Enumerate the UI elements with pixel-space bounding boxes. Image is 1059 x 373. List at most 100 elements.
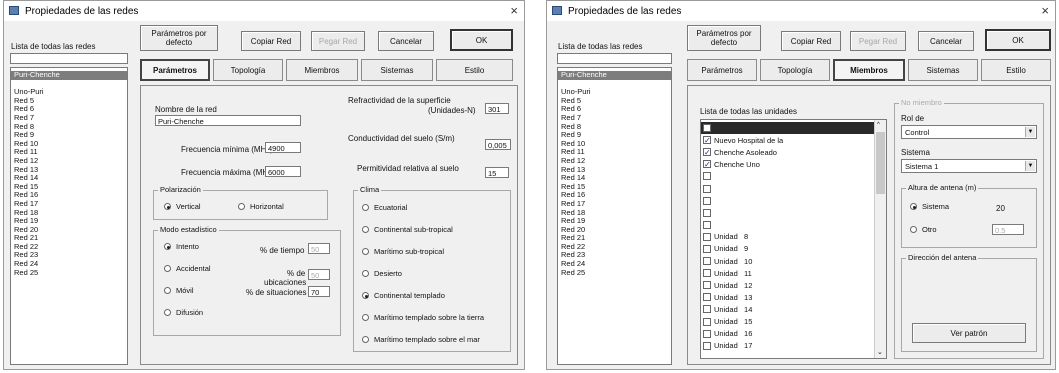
unit-list-item[interactable]: Unidad 14 bbox=[701, 303, 886, 315]
unit-list-item[interactable]: Unidad 8 bbox=[701, 231, 886, 243]
checkbox-empty-icon[interactable] bbox=[703, 232, 711, 241]
fmax-field[interactable]: 6000 bbox=[265, 166, 301, 177]
climate-radio[interactable]: Ecuatorial bbox=[362, 203, 407, 212]
pol-vertical-radio[interactable]: Vertical bbox=[164, 202, 201, 211]
units-list[interactable]: ✓ Nuevo Hospital de la ✓ Chenche Asoleado ✓ C… bbox=[700, 119, 887, 359]
antenna-system-radio[interactable]: Sistema bbox=[910, 202, 949, 211]
unit-list-item[interactable]: Unidad 12 bbox=[701, 279, 886, 291]
units-scrollbar[interactable]: ^ ⌄ bbox=[874, 120, 886, 358]
network-list-item[interactable]: Puri-Chenche bbox=[558, 70, 671, 80]
default-params-button[interactable]: Parámetros por defecto bbox=[140, 25, 218, 51]
cancel-button[interactable]: Cancelar bbox=[378, 31, 434, 51]
networks-list[interactable]: Puri-Chenche Uno-Puri Red 5 Red 6 Red 7 Red 8… bbox=[10, 67, 128, 365]
tab-estilo[interactable]: Estilo bbox=[436, 59, 513, 81]
unit-list-item[interactable]: Unidad 17 bbox=[701, 340, 886, 352]
checkbox-empty-icon[interactable] bbox=[703, 293, 711, 302]
unit-list-item[interactable]: ✓ Nuevo Hospital de la bbox=[701, 134, 886, 146]
unit-list-item[interactable] bbox=[701, 195, 886, 207]
climate-radio[interactable]: Marítimo sub-tropical bbox=[362, 247, 444, 256]
network-list-item[interactable]: Red 25 bbox=[11, 268, 127, 278]
mode-movil-radio[interactable]: Móvil bbox=[164, 286, 194, 295]
networks-filter-field[interactable] bbox=[10, 53, 128, 64]
close-icon[interactable]: × bbox=[1041, 3, 1049, 18]
unit-list-item[interactable]: Unidad 11 bbox=[701, 267, 886, 279]
tab-parametros[interactable]: Parámetros bbox=[687, 59, 757, 81]
climate-radio[interactable]: Desierto bbox=[362, 269, 402, 278]
scroll-up-icon[interactable]: ^ bbox=[877, 122, 880, 128]
copy-network-button[interactable]: Copiar Red bbox=[781, 31, 841, 51]
refractivity-field[interactable]: 301 bbox=[485, 103, 509, 114]
checkbox-empty-icon[interactable] bbox=[703, 184, 711, 193]
checkbox-checked-icon[interactable]: ✓ bbox=[703, 136, 711, 145]
ok-button[interactable]: OK bbox=[985, 29, 1051, 51]
checkbox-empty-icon[interactable] bbox=[703, 269, 711, 278]
checkbox-empty-icon[interactable] bbox=[703, 124, 711, 133]
unit-list-item[interactable] bbox=[701, 207, 886, 219]
checkbox-empty-icon[interactable] bbox=[703, 305, 711, 314]
unit-list-item[interactable]: Unidad 16 bbox=[701, 328, 886, 340]
unit-list-item[interactable] bbox=[701, 122, 886, 135]
unit-list-item[interactable]: ✓ Chenche Uno bbox=[701, 158, 886, 170]
networks-filter-field[interactable] bbox=[557, 53, 672, 64]
scroll-thumb[interactable] bbox=[876, 132, 885, 194]
scroll-down-icon[interactable]: ⌄ bbox=[877, 348, 883, 356]
role-select[interactable]: Control ▼ bbox=[901, 125, 1037, 139]
default-params-button[interactable]: Parámetros por defecto bbox=[687, 25, 761, 51]
tab-miembros[interactable]: Miembros bbox=[286, 59, 358, 81]
unit-list-item[interactable] bbox=[701, 182, 886, 194]
cancel-button[interactable]: Cancelar bbox=[918, 31, 974, 51]
tab-miembros[interactable]: Miembros bbox=[833, 59, 905, 81]
close-icon[interactable]: × bbox=[510, 3, 518, 18]
locations-field[interactable]: 50 bbox=[308, 269, 330, 280]
networks-list[interactable]: Puri-Chenche Uno-Puri Red 5 Red 6 Red 7 Red 8… bbox=[557, 67, 672, 365]
checkbox-checked-icon[interactable]: ✓ bbox=[703, 160, 711, 169]
climate-radio[interactable]: Marítimo templado sobre la tierra bbox=[362, 313, 484, 322]
checkbox-empty-icon[interactable] bbox=[703, 220, 711, 229]
climate-radio[interactable]: Marítimo templado sobre el mar bbox=[362, 335, 480, 344]
tab-parametros[interactable]: Parámetros bbox=[140, 59, 210, 81]
checkbox-empty-icon[interactable] bbox=[703, 341, 711, 350]
copy-network-button[interactable]: Copiar Red bbox=[241, 31, 301, 51]
unit-list-item[interactable]: ✓ Chenche Asoleado bbox=[701, 146, 886, 158]
checkbox-empty-icon[interactable] bbox=[703, 329, 711, 338]
conductivity-field[interactable]: 0,005 bbox=[485, 139, 511, 150]
paste-network-button[interactable]: Pegar Red bbox=[311, 31, 365, 51]
checkbox-empty-icon[interactable] bbox=[703, 172, 711, 181]
climate-radio[interactable]: Continental templado bbox=[362, 291, 445, 300]
mode-intento-radio[interactable]: Intento bbox=[164, 242, 199, 251]
unit-list-item[interactable] bbox=[701, 170, 886, 182]
situations-field[interactable]: 70 bbox=[308, 286, 330, 297]
network-list-item[interactable]: Red 25 bbox=[558, 268, 671, 278]
tab-sistemas[interactable]: Sistemas bbox=[361, 59, 433, 81]
view-pattern-button[interactable]: Ver patrón bbox=[912, 323, 1026, 343]
fmin-field[interactable]: 4900 bbox=[265, 142, 301, 153]
network-list-item[interactable]: Puri-Chenche bbox=[11, 70, 127, 80]
ok-button[interactable]: OK bbox=[450, 29, 513, 51]
system-select[interactable]: Sistema 1 ▼ bbox=[901, 159, 1037, 173]
checkbox-empty-icon[interactable] bbox=[703, 281, 711, 290]
checkbox-empty-icon[interactable] bbox=[703, 317, 711, 326]
antenna-other-radio[interactable]: Otro bbox=[910, 225, 937, 234]
pol-horizontal-radio[interactable]: Horizontal bbox=[238, 202, 284, 211]
unit-list-item[interactable]: Unidad 15 bbox=[701, 316, 886, 328]
antenna-other-field[interactable]: 0.5 bbox=[992, 224, 1024, 235]
tab-topologia[interactable]: Topología bbox=[760, 59, 830, 81]
unit-list-item[interactable]: Unidad 13 bbox=[701, 291, 886, 303]
net-name-field[interactable]: Puri-Chenche bbox=[155, 115, 301, 126]
mode-difusion-radio[interactable]: Difusión bbox=[164, 308, 203, 317]
checkbox-empty-icon[interactable] bbox=[703, 208, 711, 217]
paste-network-button[interactable]: Pegar Red bbox=[850, 31, 906, 51]
time-field[interactable]: 50 bbox=[308, 243, 330, 254]
unit-list-item[interactable] bbox=[701, 219, 886, 231]
checkbox-empty-icon[interactable] bbox=[703, 244, 711, 253]
unit-list-item[interactable]: Unidad 9 bbox=[701, 243, 886, 255]
tab-sistemas[interactable]: Sistemas bbox=[908, 59, 978, 81]
checkbox-empty-icon[interactable] bbox=[703, 257, 711, 266]
checkbox-empty-icon[interactable] bbox=[703, 196, 711, 205]
checkbox-checked-icon[interactable]: ✓ bbox=[703, 148, 711, 157]
tab-estilo[interactable]: Estilo bbox=[981, 59, 1051, 81]
unit-list-item[interactable]: Unidad 10 bbox=[701, 255, 886, 267]
mode-accidental-radio[interactable]: Accidental bbox=[164, 264, 211, 273]
tab-topologia[interactable]: Topología bbox=[213, 59, 283, 81]
permittivity-field[interactable]: 15 bbox=[485, 167, 509, 178]
